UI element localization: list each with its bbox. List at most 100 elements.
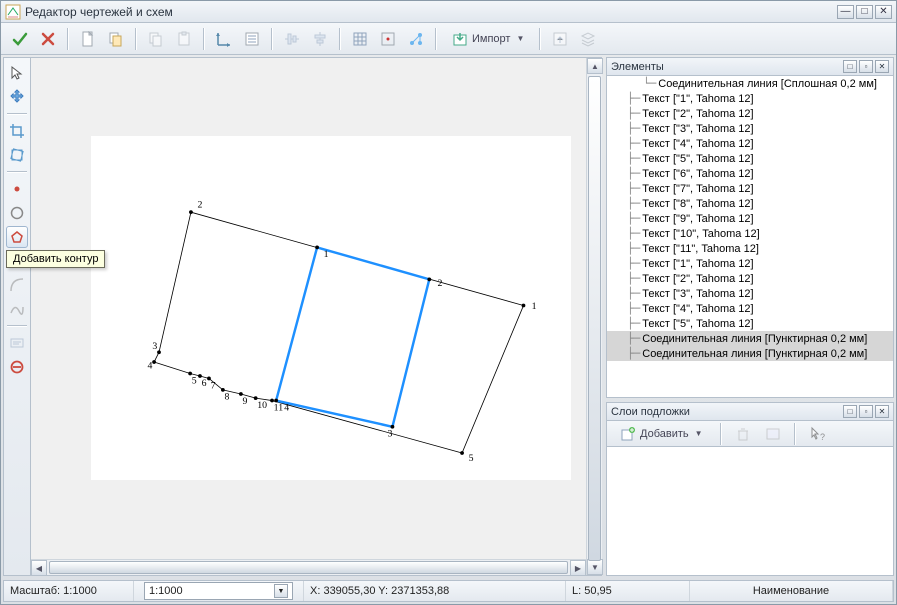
layers-close-button[interactable]: ✕ [875, 405, 889, 418]
tree-item[interactable]: ├─Текст ["10", Tahoma 12] [607, 226, 893, 241]
text-tool[interactable] [6, 332, 28, 354]
svg-text:11: 11 [274, 402, 284, 413]
tree-item-label: Текст ["3", Tahoma 12] [642, 123, 753, 135]
grid-button[interactable] [347, 26, 373, 52]
panel-pin-button[interactable]: ▫ [859, 60, 873, 73]
cursor-help-icon: ? [809, 426, 825, 442]
tree-item[interactable]: ├─Текст ["4", Tahoma 12] [607, 136, 893, 151]
tree-item[interactable]: ├─Текст ["9", Tahoma 12] [607, 211, 893, 226]
layer-props-button[interactable] [760, 421, 786, 447]
snap-button[interactable] [375, 26, 401, 52]
tree-item[interactable]: ├─Текст ["2", Tahoma 12] [607, 271, 893, 286]
layers-panel-title: Слои подложки [611, 406, 690, 418]
layers-icon [580, 31, 596, 47]
crop-icon [9, 123, 25, 139]
delete-tool[interactable] [6, 356, 28, 378]
layer-delete-button[interactable] [730, 421, 756, 447]
close-button[interactable]: ✕ [875, 5, 892, 19]
drawing-canvas[interactable]: 123456789101151234 [31, 58, 586, 575]
dot-icon [9, 181, 25, 197]
tree-item[interactable]: ├─Текст ["7", Tahoma 12] [607, 181, 893, 196]
layer-help-button[interactable]: ? [804, 421, 830, 447]
align-h-button[interactable] [279, 26, 305, 52]
layers-pin-button[interactable]: ▫ [859, 405, 873, 418]
tree-item[interactable]: └─Соединительная линия [Сплошная 0,2 мм] [607, 76, 893, 91]
svg-text:3: 3 [152, 341, 157, 352]
svg-text:7: 7 [211, 380, 216, 391]
accept-button[interactable] [7, 26, 33, 52]
elements-panel-title: Элементы [611, 61, 664, 73]
horizontal-scrollbar[interactable]: ◀ ▶ [31, 559, 586, 575]
chevron-down-icon: ▼ [695, 429, 703, 438]
tree-item[interactable]: ├─Текст ["5", Tahoma 12] [607, 151, 893, 166]
tree-item[interactable]: ├─Текст ["11", Tahoma 12] [607, 241, 893, 256]
tree-item-label: Текст ["5", Tahoma 12] [642, 318, 753, 330]
svg-text:1: 1 [324, 249, 329, 260]
export-button[interactable] [547, 26, 573, 52]
add-contour-tool[interactable] [6, 226, 28, 248]
trash-icon [735, 426, 751, 442]
tree-item[interactable]: ├─Текст ["5", Tahoma 12] [607, 316, 893, 331]
open-doc-button[interactable] [103, 26, 129, 52]
panel-close-button[interactable]: ✕ [875, 60, 889, 73]
svg-text:3: 3 [388, 429, 393, 440]
tree-item[interactable]: ├─Текст ["2", Tahoma 12] [607, 106, 893, 121]
tree-item-label: Текст ["3", Tahoma 12] [642, 288, 753, 300]
nodes-button[interactable] [403, 26, 429, 52]
tree-item[interactable]: ├─Соединительная линия [Пунктирная 0,2 м… [607, 331, 893, 346]
chevron-down-icon[interactable]: ▼ [274, 584, 288, 598]
tree-item[interactable]: ├─Текст ["4", Tahoma 12] [607, 301, 893, 316]
copy-button[interactable] [143, 26, 169, 52]
point-tool[interactable] [6, 178, 28, 200]
layers-dock-button[interactable]: □ [843, 405, 857, 418]
chevron-down-icon: ▼ [516, 34, 524, 43]
zoom-combo[interactable]: 1:1000 ▼ [144, 582, 293, 600]
grid-icon [352, 31, 368, 47]
maximize-button[interactable]: □ [856, 5, 873, 19]
svg-text:?: ? [820, 432, 825, 442]
crop-tool[interactable] [6, 120, 28, 142]
circle-icon [9, 205, 25, 221]
layers-button[interactable] [575, 26, 601, 52]
paste-button[interactable] [171, 26, 197, 52]
panel-dock-button[interactable]: □ [843, 60, 857, 73]
vertical-scrollbar[interactable]: ▲ ▼ [586, 58, 602, 575]
tree-item[interactable]: ├─Текст ["8", Tahoma 12] [607, 196, 893, 211]
tree-item-label: Соединительная линия [Сплошная 0,2 мм] [658, 78, 877, 90]
elements-panel: Элементы □ ▫ ✕ └─Соединительная линия [С… [606, 57, 894, 398]
tree-item[interactable]: ├─Текст ["3", Tahoma 12] [607, 121, 893, 136]
align-v-button[interactable] [307, 26, 333, 52]
curve-icon [9, 301, 25, 317]
tree-item[interactable]: ├─Текст ["3", Tahoma 12] [607, 286, 893, 301]
curve-tool[interactable] [6, 298, 28, 320]
scroll-up-button[interactable]: ▲ [587, 58, 603, 74]
tree-item[interactable]: ├─Соединительная линия [Пунктирная 0,2 м… [607, 346, 893, 361]
tree-item[interactable]: ├─Текст ["1", Tahoma 12] [607, 91, 893, 106]
polygon-icon [9, 229, 25, 245]
tree-item-label: Соединительная линия [Пунктирная 0,2 мм] [642, 348, 867, 360]
tree-item[interactable]: ├─Текст ["1", Tahoma 12] [607, 256, 893, 271]
minimize-button[interactable]: — [837, 5, 854, 19]
import-label: Импорт [472, 33, 510, 45]
transform-button[interactable] [211, 26, 237, 52]
select-tool[interactable] [6, 62, 28, 84]
svg-text:6: 6 [202, 378, 207, 389]
plus-icon [620, 426, 636, 442]
circle-tool[interactable] [6, 202, 28, 224]
scroll-down-button[interactable]: ▼ [587, 559, 603, 575]
new-doc-button[interactable] [75, 26, 101, 52]
add-layer-button[interactable]: Добавить ▼ [611, 421, 712, 447]
arc-tool[interactable] [6, 274, 28, 296]
list-button[interactable] [239, 26, 265, 52]
elements-tree[interactable]: └─Соединительная линия [Сплошная 0,2 мм]… [607, 76, 893, 397]
scroll-left-button[interactable]: ◀ [31, 560, 47, 576]
tree-item-label: Текст ["2", Tahoma 12] [642, 273, 753, 285]
import-button[interactable]: Импорт ▼ [443, 26, 533, 52]
clipboard-icon [176, 31, 192, 47]
scroll-right-button[interactable]: ▶ [570, 560, 586, 576]
tree-item[interactable]: ├─Текст ["6", Tahoma 12] [607, 166, 893, 181]
rotate-crop-tool[interactable] [6, 144, 28, 166]
move-tool[interactable] [6, 86, 28, 108]
cancel-button[interactable] [35, 26, 61, 52]
layers-list[interactable] [607, 447, 893, 575]
